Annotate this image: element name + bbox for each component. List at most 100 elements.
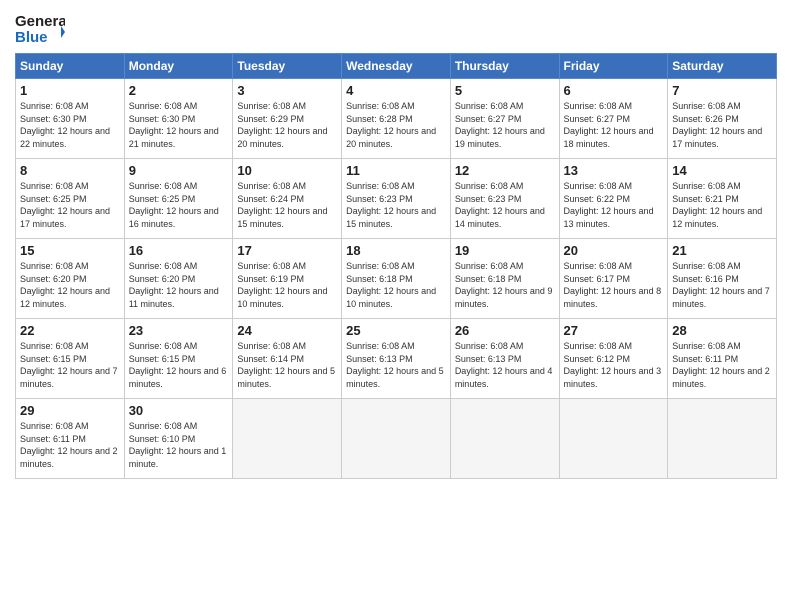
calendar-cell: 22 Sunrise: 6:08 AMSunset: 6:15 PMDaylig…: [16, 319, 125, 399]
day-info: Sunrise: 6:08 AMSunset: 6:18 PMDaylight:…: [455, 261, 553, 309]
week-row-4: 22 Sunrise: 6:08 AMSunset: 6:15 PMDaylig…: [16, 319, 777, 399]
day-number: 26: [455, 323, 555, 338]
calendar-cell: 8 Sunrise: 6:08 AMSunset: 6:25 PMDayligh…: [16, 159, 125, 239]
calendar-cell: 18 Sunrise: 6:08 AMSunset: 6:18 PMDaylig…: [342, 239, 451, 319]
calendar-cell: 29 Sunrise: 6:08 AMSunset: 6:11 PMDaylig…: [16, 399, 125, 479]
day-number: 11: [346, 163, 446, 178]
day-number: 10: [237, 163, 337, 178]
calendar-cell: 21 Sunrise: 6:08 AMSunset: 6:16 PMDaylig…: [668, 239, 777, 319]
day-info: Sunrise: 6:08 AMSunset: 6:24 PMDaylight:…: [237, 181, 327, 229]
calendar-cell: 7 Sunrise: 6:08 AMSunset: 6:26 PMDayligh…: [668, 79, 777, 159]
calendar-cell: 14 Sunrise: 6:08 AMSunset: 6:21 PMDaylig…: [668, 159, 777, 239]
day-number: 29: [20, 403, 120, 418]
day-info: Sunrise: 6:08 AMSunset: 6:23 PMDaylight:…: [455, 181, 545, 229]
day-number: 7: [672, 83, 772, 98]
calendar-cell: 28 Sunrise: 6:08 AMSunset: 6:11 PMDaylig…: [668, 319, 777, 399]
day-header-tuesday: Tuesday: [233, 54, 342, 79]
day-info: Sunrise: 6:08 AMSunset: 6:12 PMDaylight:…: [564, 341, 662, 389]
calendar-cell: 17 Sunrise: 6:08 AMSunset: 6:19 PMDaylig…: [233, 239, 342, 319]
day-info: Sunrise: 6:08 AMSunset: 6:27 PMDaylight:…: [455, 101, 545, 149]
calendar-cell: 6 Sunrise: 6:08 AMSunset: 6:27 PMDayligh…: [559, 79, 668, 159]
calendar-cell: 23 Sunrise: 6:08 AMSunset: 6:15 PMDaylig…: [124, 319, 233, 399]
day-info: Sunrise: 6:08 AMSunset: 6:16 PMDaylight:…: [672, 261, 770, 309]
day-number: 9: [129, 163, 229, 178]
day-number: 18: [346, 243, 446, 258]
day-info: Sunrise: 6:08 AMSunset: 6:28 PMDaylight:…: [346, 101, 436, 149]
day-number: 27: [564, 323, 664, 338]
logo-svg: General Blue: [15, 10, 65, 45]
calendar-cell: 5 Sunrise: 6:08 AMSunset: 6:27 PMDayligh…: [450, 79, 559, 159]
week-row-3: 15 Sunrise: 6:08 AMSunset: 6:20 PMDaylig…: [16, 239, 777, 319]
calendar-cell: 3 Sunrise: 6:08 AMSunset: 6:29 PMDayligh…: [233, 79, 342, 159]
day-number: 8: [20, 163, 120, 178]
day-info: Sunrise: 6:08 AMSunset: 6:19 PMDaylight:…: [237, 261, 327, 309]
calendar-cell: [342, 399, 451, 479]
day-info: Sunrise: 6:08 AMSunset: 6:11 PMDaylight:…: [20, 421, 118, 469]
day-number: 15: [20, 243, 120, 258]
day-number: 3: [237, 83, 337, 98]
day-number: 12: [455, 163, 555, 178]
day-header-friday: Friday: [559, 54, 668, 79]
day-info: Sunrise: 6:08 AMSunset: 6:14 PMDaylight:…: [237, 341, 335, 389]
day-info: Sunrise: 6:08 AMSunset: 6:18 PMDaylight:…: [346, 261, 436, 309]
calendar-cell: 13 Sunrise: 6:08 AMSunset: 6:22 PMDaylig…: [559, 159, 668, 239]
calendar-cell: 11 Sunrise: 6:08 AMSunset: 6:23 PMDaylig…: [342, 159, 451, 239]
day-info: Sunrise: 6:08 AMSunset: 6:11 PMDaylight:…: [672, 341, 770, 389]
calendar-cell: 1 Sunrise: 6:08 AMSunset: 6:30 PMDayligh…: [16, 79, 125, 159]
day-info: Sunrise: 6:08 AMSunset: 6:15 PMDaylight:…: [129, 341, 227, 389]
day-number: 22: [20, 323, 120, 338]
day-number: 4: [346, 83, 446, 98]
day-number: 5: [455, 83, 555, 98]
calendar-cell: [559, 399, 668, 479]
day-info: Sunrise: 6:08 AMSunset: 6:23 PMDaylight:…: [346, 181, 436, 229]
day-info: Sunrise: 6:08 AMSunset: 6:10 PMDaylight:…: [129, 421, 227, 469]
day-header-wednesday: Wednesday: [342, 54, 451, 79]
day-number: 30: [129, 403, 229, 418]
calendar-table: SundayMondayTuesdayWednesdayThursdayFrid…: [15, 53, 777, 479]
calendar-cell: [668, 399, 777, 479]
day-info: Sunrise: 6:08 AMSunset: 6:20 PMDaylight:…: [20, 261, 110, 309]
day-info: Sunrise: 6:08 AMSunset: 6:29 PMDaylight:…: [237, 101, 327, 149]
calendar-cell: 26 Sunrise: 6:08 AMSunset: 6:13 PMDaylig…: [450, 319, 559, 399]
calendar-cell: 20 Sunrise: 6:08 AMSunset: 6:17 PMDaylig…: [559, 239, 668, 319]
svg-text:Blue: Blue: [15, 29, 48, 45]
day-info: Sunrise: 6:08 AMSunset: 6:26 PMDaylight:…: [672, 101, 762, 149]
day-info: Sunrise: 6:08 AMSunset: 6:17 PMDaylight:…: [564, 261, 662, 309]
page-container: General Blue SundayMondayTuesdayWednesda…: [0, 0, 792, 489]
day-info: Sunrise: 6:08 AMSunset: 6:25 PMDaylight:…: [129, 181, 219, 229]
day-info: Sunrise: 6:08 AMSunset: 6:27 PMDaylight:…: [564, 101, 654, 149]
day-info: Sunrise: 6:08 AMSunset: 6:25 PMDaylight:…: [20, 181, 110, 229]
day-number: 19: [455, 243, 555, 258]
day-number: 21: [672, 243, 772, 258]
days-header-row: SundayMondayTuesdayWednesdayThursdayFrid…: [16, 54, 777, 79]
calendar-cell: 25 Sunrise: 6:08 AMSunset: 6:13 PMDaylig…: [342, 319, 451, 399]
calendar-cell: 12 Sunrise: 6:08 AMSunset: 6:23 PMDaylig…: [450, 159, 559, 239]
calendar-cell: 16 Sunrise: 6:08 AMSunset: 6:20 PMDaylig…: [124, 239, 233, 319]
calendar-cell: 27 Sunrise: 6:08 AMSunset: 6:12 PMDaylig…: [559, 319, 668, 399]
day-info: Sunrise: 6:08 AMSunset: 6:15 PMDaylight:…: [20, 341, 118, 389]
svg-text:General: General: [15, 13, 65, 30]
day-number: 6: [564, 83, 664, 98]
day-info: Sunrise: 6:08 AMSunset: 6:21 PMDaylight:…: [672, 181, 762, 229]
day-info: Sunrise: 6:08 AMSunset: 6:13 PMDaylight:…: [455, 341, 553, 389]
day-number: 16: [129, 243, 229, 258]
day-info: Sunrise: 6:08 AMSunset: 6:30 PMDaylight:…: [129, 101, 219, 149]
day-number: 23: [129, 323, 229, 338]
calendar-cell: 30 Sunrise: 6:08 AMSunset: 6:10 PMDaylig…: [124, 399, 233, 479]
day-info: Sunrise: 6:08 AMSunset: 6:13 PMDaylight:…: [346, 341, 444, 389]
day-header-thursday: Thursday: [450, 54, 559, 79]
day-info: Sunrise: 6:08 AMSunset: 6:20 PMDaylight:…: [129, 261, 219, 309]
calendar-cell: 15 Sunrise: 6:08 AMSunset: 6:20 PMDaylig…: [16, 239, 125, 319]
day-number: 28: [672, 323, 772, 338]
week-row-2: 8 Sunrise: 6:08 AMSunset: 6:25 PMDayligh…: [16, 159, 777, 239]
logo: General Blue: [15, 10, 65, 45]
calendar-cell: [233, 399, 342, 479]
day-number: 24: [237, 323, 337, 338]
day-header-monday: Monday: [124, 54, 233, 79]
calendar-cell: 4 Sunrise: 6:08 AMSunset: 6:28 PMDayligh…: [342, 79, 451, 159]
calendar-cell: [450, 399, 559, 479]
calendar-cell: 9 Sunrise: 6:08 AMSunset: 6:25 PMDayligh…: [124, 159, 233, 239]
day-number: 14: [672, 163, 772, 178]
week-row-1: 1 Sunrise: 6:08 AMSunset: 6:30 PMDayligh…: [16, 79, 777, 159]
day-info: Sunrise: 6:08 AMSunset: 6:22 PMDaylight:…: [564, 181, 654, 229]
